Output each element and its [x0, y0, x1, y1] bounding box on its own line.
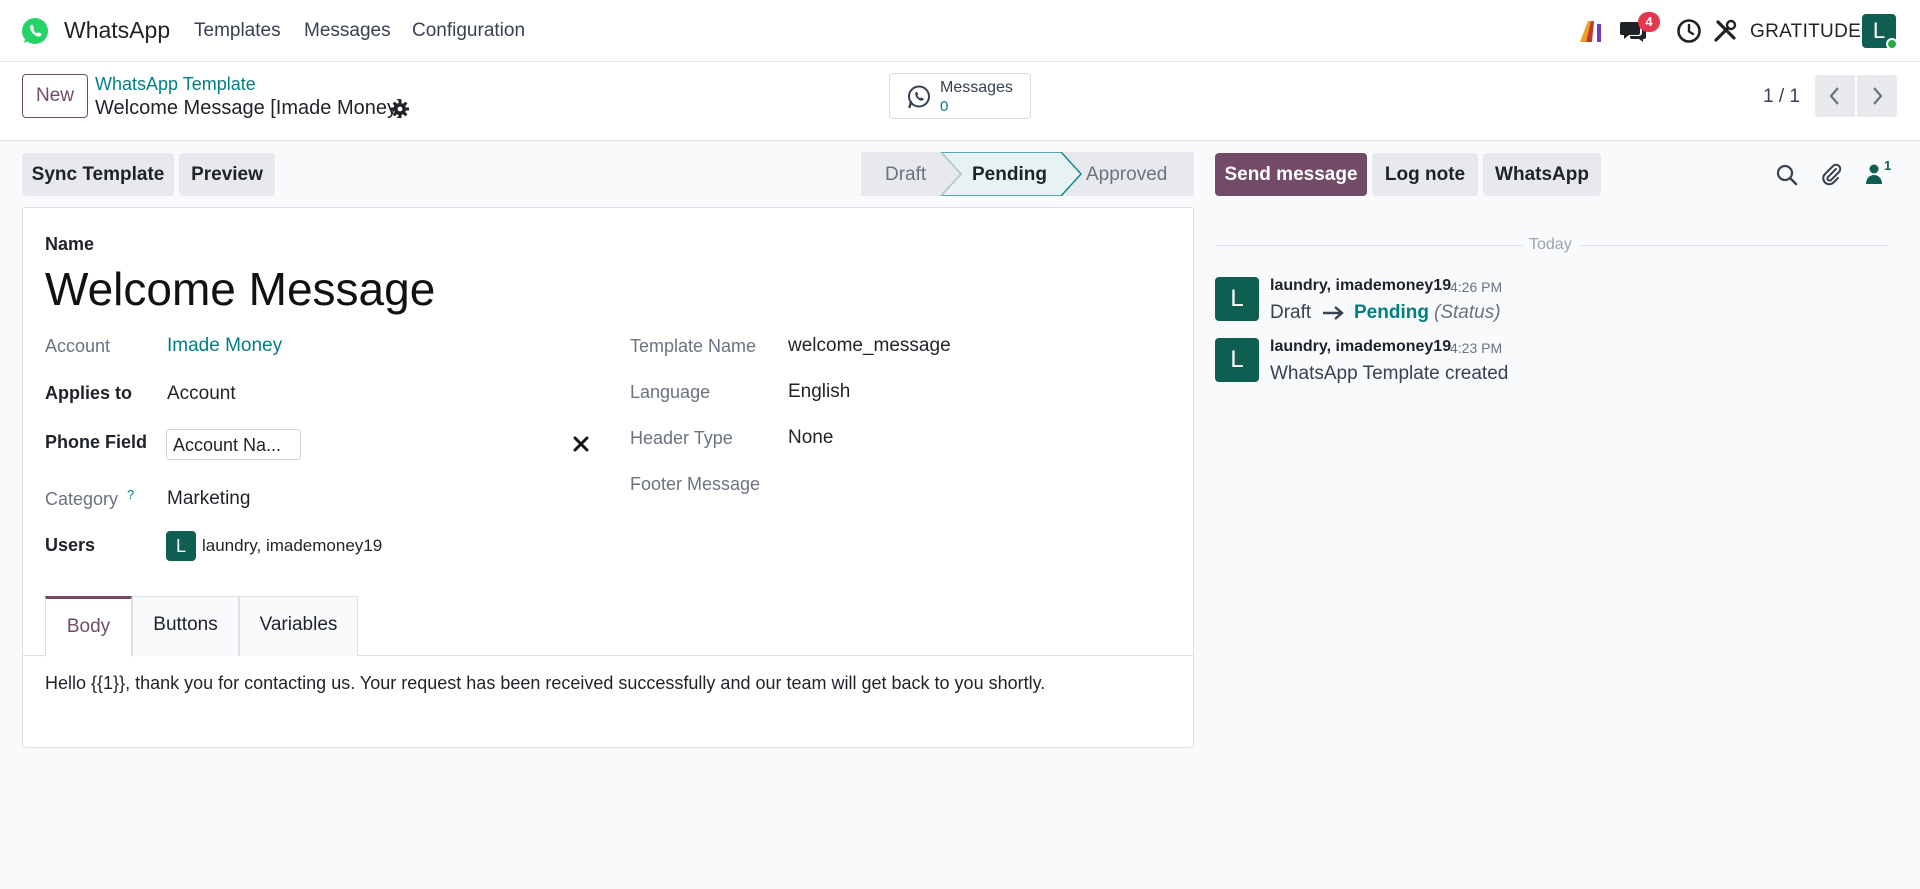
tab-buttons[interactable]: Buttons	[132, 596, 239, 656]
chevron-left-icon	[1829, 87, 1839, 105]
search-icon[interactable]	[1775, 163, 1799, 187]
pager-previous-button[interactable]	[1815, 75, 1855, 117]
notebook-tabs: Body Buttons Variables	[23, 596, 1193, 657]
form-sheet: Name Welcome Message Account Imade Money…	[22, 207, 1194, 748]
whatsapp-button[interactable]: WhatsApp	[1483, 153, 1601, 196]
applies-to-field[interactable]: Account	[167, 383, 236, 405]
footer-message-label: Footer Message	[630, 474, 761, 494]
online-status-dot	[1886, 38, 1898, 50]
status-draft[interactable]: Draft	[885, 164, 926, 186]
message-time: 4:23 PM	[1450, 340, 1503, 356]
name-label: Name	[45, 234, 95, 254]
clock-icon[interactable]	[1676, 18, 1702, 44]
smart-button-count: 0	[940, 98, 949, 115]
pager-next-button[interactable]	[1857, 75, 1897, 117]
tools-icon[interactable]	[1712, 18, 1738, 44]
body-text-field[interactable]: Hello {{1}}, thank you for contacting us…	[45, 673, 1045, 694]
preview-button[interactable]: Preview	[179, 153, 275, 196]
top-navbar: WhatsApp Templates Messages Configuratio…	[0, 0, 1920, 62]
applies-to-label: Applies to	[45, 383, 133, 403]
control-panel: New WhatsApp Template Welcome Message [I…	[0, 62, 1920, 141]
log-note-button[interactable]: Log note	[1372, 153, 1478, 196]
whatsapp-logo-icon[interactable]	[20, 16, 50, 46]
new-button[interactable]: New	[22, 74, 88, 118]
users-field[interactable]: laundry, imademoney19	[202, 536, 382, 556]
smart-button-label: Messages	[940, 79, 1013, 96]
users-label: Users	[45, 535, 96, 555]
template-name-field[interactable]: welcome_message	[788, 335, 951, 357]
ai-icon[interactable]	[1578, 18, 1604, 44]
status-approved[interactable]: Approved	[1086, 164, 1167, 186]
menu-messages[interactable]: Messages	[304, 20, 391, 42]
avatar: L	[166, 531, 196, 561]
message-avatar[interactable]: L	[1215, 277, 1259, 321]
message-author[interactable]: laundry, imademoney19	[1270, 277, 1451, 295]
gear-icon[interactable]	[390, 99, 410, 119]
sync-template-button[interactable]: Sync Template	[22, 153, 174, 196]
whatsapp-icon	[908, 85, 930, 109]
tracking-field-name: (Status)	[1434, 302, 1501, 323]
message-author[interactable]: laundry, imademoney19	[1270, 338, 1451, 356]
menu-templates[interactable]: Templates	[194, 20, 281, 42]
phone-field-input[interactable]: Account Na...	[166, 429, 301, 460]
tab-body[interactable]: Body	[45, 596, 132, 657]
account-label: Account	[45, 336, 111, 356]
divider	[1580, 245, 1888, 246]
account-field[interactable]: Imade Money	[167, 335, 282, 357]
phone-field-label: Phone Field	[45, 432, 148, 452]
status-bar: Draft Pending Approved	[861, 152, 1194, 196]
messages-smart-button[interactable]: Messages 0	[889, 73, 1031, 119]
app-name[interactable]: WhatsApp	[64, 17, 170, 44]
header-type-label: Header Type	[630, 428, 733, 448]
followers-count: 1	[1884, 158, 1892, 173]
chevron-right-icon	[1873, 87, 1883, 105]
message-body: WhatsApp Template created	[1270, 363, 1509, 384]
breadcrumb-parent[interactable]: WhatsApp Template	[95, 74, 256, 95]
header-type-field[interactable]: None	[788, 427, 833, 449]
language-label: Language	[630, 382, 711, 402]
tab-variables[interactable]: Variables	[239, 596, 358, 656]
category-field[interactable]: Marketing	[167, 488, 250, 510]
category-label: Category	[45, 489, 119, 509]
tracking-new-value: Pending	[1354, 302, 1429, 323]
chat-badge: 4	[1638, 12, 1660, 32]
language-field[interactable]: English	[788, 381, 850, 403]
arrow-right-icon	[1323, 306, 1344, 320]
date-separator: Today	[1529, 236, 1572, 253]
divider	[1215, 245, 1523, 246]
company-name[interactable]: GRATITUDE	[1750, 21, 1861, 43]
help-icon[interactable]: ?	[127, 487, 134, 502]
tracking-old-value: Draft	[1270, 302, 1312, 323]
send-message-button[interactable]: Send message	[1215, 153, 1367, 196]
menu-configuration[interactable]: Configuration	[412, 20, 525, 42]
paperclip-icon[interactable]	[1819, 162, 1843, 186]
template-name-label: Template Name	[630, 336, 757, 356]
pager-value[interactable]: 1 / 1	[1763, 86, 1800, 108]
breadcrumb-current: Welcome Message [Imade Money]	[95, 97, 403, 119]
status-pending[interactable]: Pending	[972, 164, 1047, 186]
message-avatar[interactable]: L	[1215, 338, 1259, 382]
name-field[interactable]: Welcome Message	[45, 262, 435, 316]
close-icon[interactable]	[571, 434, 591, 454]
message-time: 4:26 PM	[1450, 279, 1503, 295]
